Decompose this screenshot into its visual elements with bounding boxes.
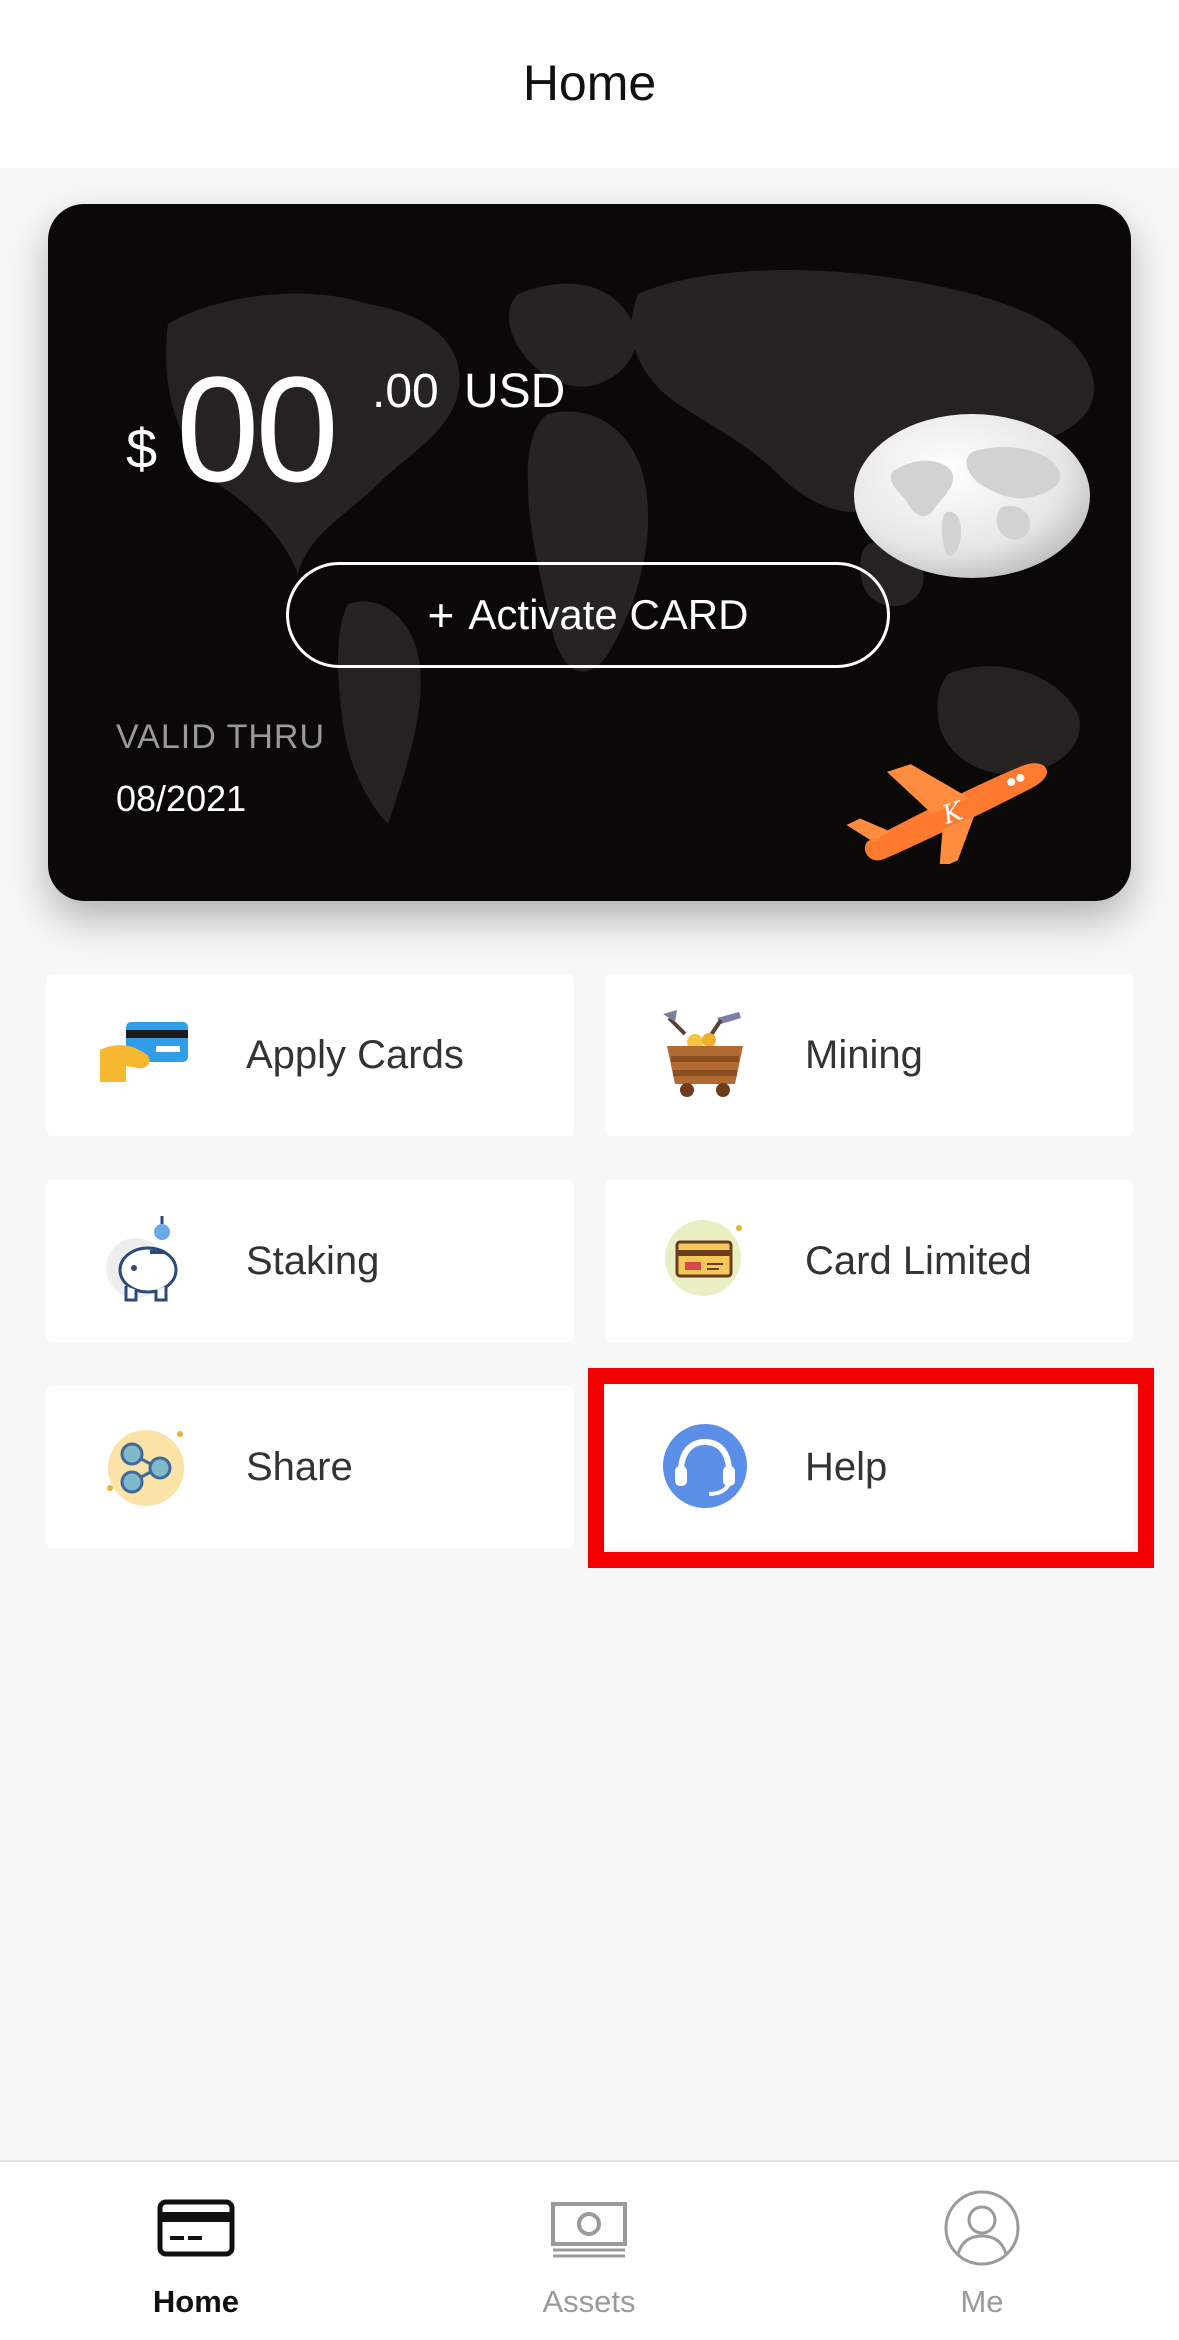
mining-cart-icon [655,1004,755,1104]
activate-card-button[interactable]: + Activate CARD [286,562,890,668]
tab-me-label: Me [960,2284,1004,2319]
card-limited-tile[interactable]: Card Limited [605,1180,1133,1342]
apply-cards-tile[interactable]: Apply Cards [46,974,574,1136]
help-label: Help [805,1444,888,1489]
share-tile[interactable]: Share [46,1386,574,1548]
balance-decimal: .00 [372,365,439,418]
tab-assets-label: Assets [542,2284,636,2319]
tab-home[interactable]: Home [96,2162,296,2340]
activate-card-label: Activate CARD [468,591,749,638]
piggy-bank-icon [96,1212,196,1312]
card-limited-icon [655,1206,755,1306]
mining-tile[interactable]: Mining [605,974,1133,1136]
staking-label: Staking [246,1238,380,1283]
share-label: Share [246,1444,353,1489]
user-icon [944,2190,1020,2266]
currency-code: USD [464,365,566,418]
mining-label: Mining [805,1032,923,1077]
share-icon [96,1416,196,1516]
top-bar: Home [0,0,1179,168]
headset-icon [655,1416,755,1516]
card-limited-label: Card Limited [805,1238,1032,1283]
banknote-icon [551,2202,627,2258]
balance-card: $ 00 .00 USD + Activate CARD VALID THRU … [48,204,1131,901]
apply-cards-label: Apply Cards [246,1032,464,1077]
bottom-tab-bar: Home Assets Me [0,2160,1179,2340]
valid-thru-date: 08/2021 [116,778,247,819]
help-tile[interactable]: Help [605,1386,1133,1548]
currency-symbol: $ [126,417,158,480]
tab-me[interactable]: Me [882,2162,1082,2340]
airplane-logo-icon: K [846,763,1048,864]
plus-icon: + [427,589,455,641]
card-in-hand-icon [96,1002,196,1102]
valid-thru-label: VALID THRU [116,718,326,756]
page-title: Home [522,55,657,111]
balance-whole: 00 [176,345,339,513]
staking-tile[interactable]: Staking [46,1180,574,1342]
tab-assets[interactable]: Assets [489,2162,689,2340]
globe-chip-icon [854,414,1090,578]
card-icon [157,2199,235,2257]
tab-home-label: Home [152,2284,240,2319]
